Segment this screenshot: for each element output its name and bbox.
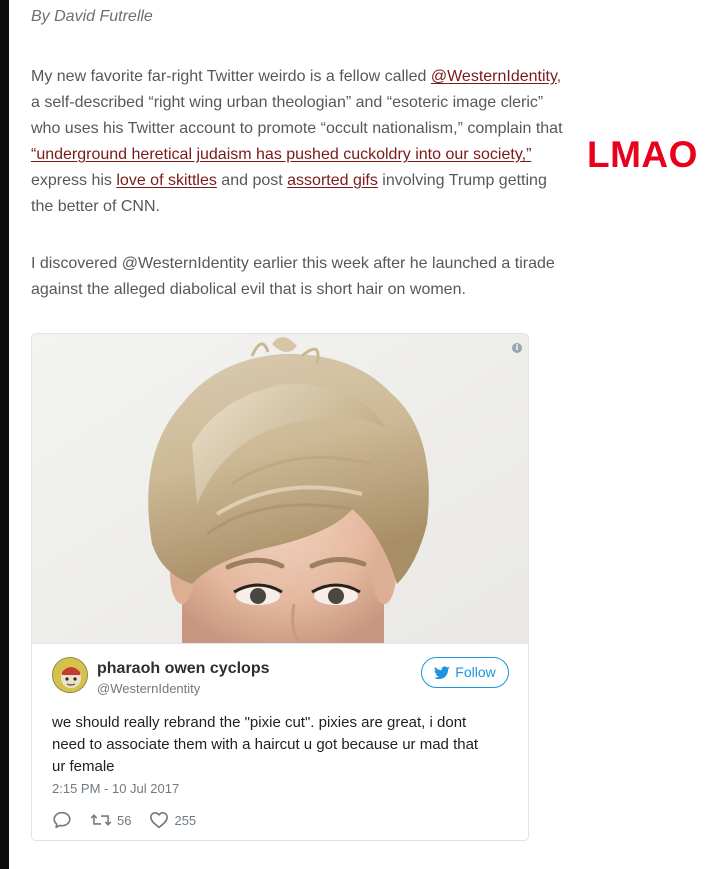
link-underground-quote[interactable]: “underground heretical judaism has pushe… (31, 146, 531, 163)
tweet-photo[interactable]: i (32, 334, 528, 644)
avatar-image (53, 658, 87, 692)
paragraph-text: , (556, 68, 562, 85)
paragraph-line: against the alleged diabolical evil that… (31, 281, 466, 298)
reply-icon (53, 811, 71, 829)
like-button[interactable]: 255 (149, 811, 196, 829)
left-edge-bar (0, 0, 9, 869)
article-paragraph-1: My new favorite far-right Twitter weirdo… (31, 64, 671, 220)
tweet-text-line: ur female (52, 758, 115, 775)
pixie-cut-photo (32, 334, 528, 644)
info-icon[interactable]: i (512, 343, 522, 353)
paragraph-line: a self-described “right wing urban theol… (31, 94, 544, 111)
tweet-text: we should really rebrand the "pixie cut"… (52, 712, 512, 778)
heart-icon (150, 811, 169, 829)
paragraph-text: and post (216, 172, 288, 189)
retweet-button[interactable]: 56 (90, 812, 131, 828)
follow-label: Follow (455, 664, 496, 680)
paragraph-text: My new favorite far-right Twitter weirdo… (31, 68, 431, 85)
article-byline: By David Futrelle (31, 8, 153, 25)
like-count: 255 (174, 812, 197, 828)
paragraph-line: who uses his Twitter account to promote … (31, 120, 563, 137)
paragraph-line: express his love of skittles and post as… (31, 168, 671, 194)
paragraph-line: “underground heretical judaism has pushe… (31, 142, 671, 168)
tweet-text-line: need to associate them with a haircut u … (52, 736, 479, 753)
retweet-count: 56 (117, 812, 132, 828)
reply-button[interactable] (52, 811, 72, 829)
tweet-user-handle[interactable]: @WesternIdentity (97, 681, 200, 696)
paragraph-line: the better of CNN. (31, 198, 160, 215)
link-western-identity[interactable]: @WesternIdentity (431, 68, 557, 85)
lmao-annotation: LMAO (587, 134, 698, 175)
paragraph-line: My new favorite far-right Twitter weirdo… (31, 64, 671, 90)
paragraph-line: I discovered @WesternIdentity earlier th… (31, 255, 555, 272)
tweet-actions: 56 255 (52, 809, 214, 831)
retweet-icon (90, 814, 112, 826)
tweet-divider (32, 643, 528, 644)
tweet-timestamp[interactable]: 2:15 PM - 10 Jul 2017 (52, 781, 179, 796)
twitter-bird-icon (434, 665, 450, 679)
paragraph-text: express his (31, 172, 117, 189)
link-love-of-skittles[interactable]: love of skittles (116, 172, 216, 189)
avatar[interactable] (52, 657, 88, 693)
paragraph-text: involving Trump getting (377, 172, 547, 189)
follow-button[interactable]: Follow (421, 657, 509, 688)
embedded-tweet[interactable]: i pharaoh owen cyclops @WesternIdentity … (31, 333, 529, 841)
tweet-text-line: we should really rebrand the "pixie cut"… (52, 714, 467, 731)
article-paragraph-2: I discovered @WesternIdentity earlier th… (31, 251, 671, 303)
link-assorted-gifs[interactable]: assorted gifs (287, 172, 378, 189)
tweet-user-name[interactable]: pharaoh owen cyclops (97, 660, 269, 678)
